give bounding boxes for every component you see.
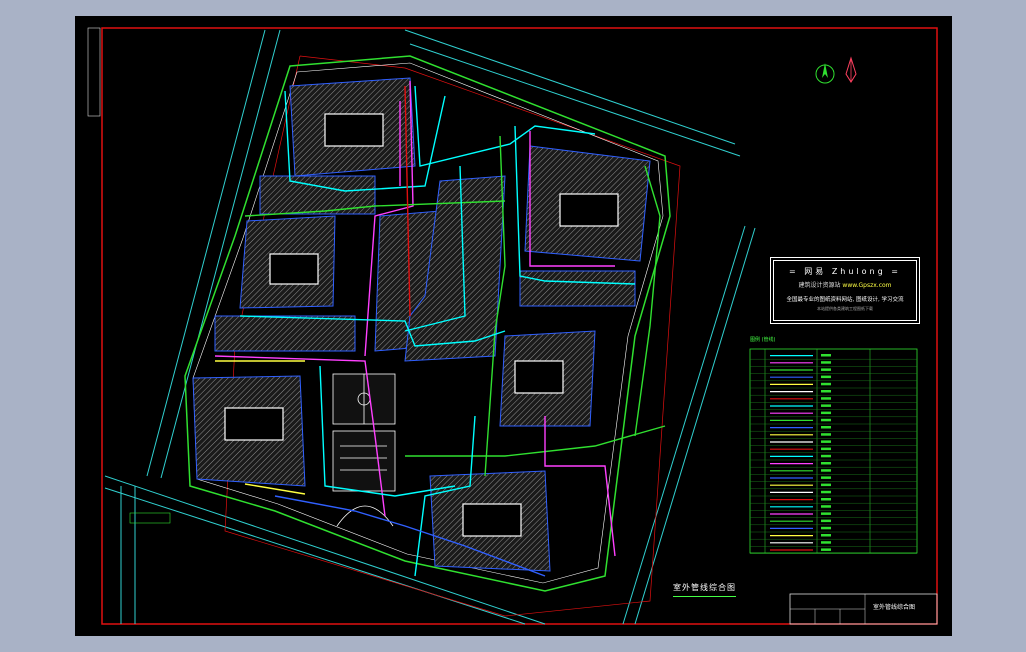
building-9	[214, 315, 356, 352]
legend-label-mark	[821, 526, 831, 530]
compass-rose-icon	[845, 56, 857, 83]
legend-title: 图例 (管线)	[750, 337, 776, 343]
legend-label-mark	[821, 418, 831, 422]
legend-label-mark	[821, 433, 831, 436]
legend-label-mark	[821, 440, 831, 443]
titleblock-name: 室外管线综合图	[873, 604, 916, 611]
logo-url: www.Gpszx.com	[842, 282, 892, 289]
legend-label-mark	[821, 454, 831, 458]
legend-table	[749, 348, 918, 554]
legend-label-mark	[821, 498, 831, 501]
legend-label-mark	[821, 354, 831, 357]
logo-slogan: 全国最专业的图纸资料网站, 图纸设计, 学习交流	[786, 297, 904, 303]
building-11	[519, 270, 636, 307]
site-plan-drawing	[87, 27, 938, 625]
legend-label-mark	[821, 462, 831, 465]
area-note-box	[129, 512, 171, 524]
legend-label-mark	[821, 368, 831, 371]
logo-tagline-text: 建筑设计资源站	[798, 282, 841, 289]
legend-label-mark	[821, 469, 831, 472]
logo-tagline: 建筑设计资源站 www.Gpszx.com	[771, 280, 919, 289]
legend-label-mark	[821, 411, 831, 415]
legend-label-mark	[821, 382, 831, 386]
legend-label-mark	[821, 426, 831, 429]
cad-drawing-canvas[interactable]: = 网易 Zhulong = 建筑设计资源站 www.Gpszx.com 全国最…	[75, 16, 952, 636]
sports-courts	[332, 373, 396, 527]
logo-panel: = 网易 Zhulong = 建筑设计资源站 www.Gpszx.com 全国最…	[770, 257, 920, 324]
legend-label-mark	[821, 404, 831, 407]
legend-label-mark	[821, 490, 831, 494]
logo-brand: = 网易 Zhulong =	[789, 267, 901, 276]
drawing-caption: 室外管线综合图	[673, 582, 736, 597]
north-arrow-icon	[815, 63, 835, 84]
legend-label-mark	[821, 375, 831, 379]
legend-label-mark	[821, 361, 831, 364]
legend-label-mark	[821, 390, 831, 393]
margin-strip	[87, 27, 101, 117]
legend-label-mark	[821, 534, 831, 537]
legend-label-mark	[821, 483, 831, 487]
legend-label-mark	[821, 505, 831, 508]
legend-label-mark	[821, 397, 831, 400]
legend-label-mark	[821, 519, 831, 523]
logo-footnote: 本站提供各类建筑工程图纸下载	[817, 306, 873, 311]
legend-label-mark	[821, 548, 831, 551]
legend-label-mark	[821, 541, 831, 544]
legend-label-mark	[821, 447, 831, 451]
legend-label-mark	[821, 476, 831, 479]
legend-label-mark	[821, 512, 831, 515]
